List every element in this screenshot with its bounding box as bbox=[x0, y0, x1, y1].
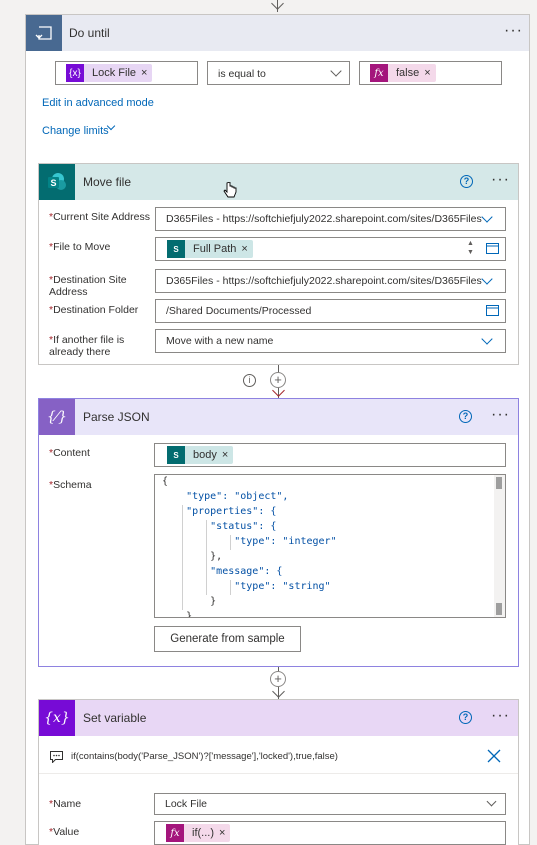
operator-label: is equal to bbox=[218, 68, 266, 80]
fx-icon: fx bbox=[370, 64, 388, 82]
field-value: D365Files - https://softchiefjuly2022.sh… bbox=[166, 213, 482, 225]
field-label: *File to Move bbox=[49, 241, 111, 253]
field-label: *Value bbox=[49, 826, 80, 838]
folder-picker-icon[interactable] bbox=[486, 305, 499, 316]
data-operation-icon: {⁄} bbox=[39, 399, 75, 435]
more-options-icon[interactable]: ··· bbox=[504, 22, 523, 40]
remove-token-icon[interactable]: × bbox=[219, 827, 230, 839]
field-value: Move with a new name bbox=[166, 335, 274, 347]
arrow-down-icon bbox=[272, 685, 285, 698]
field-label: *Content bbox=[49, 447, 90, 459]
field-value: D365Files - https://softchiefjuly2022.sh… bbox=[166, 275, 482, 287]
edit-advanced-mode-link[interactable]: Edit in advanced mode bbox=[42, 97, 154, 109]
sharepoint-icon: S bbox=[167, 240, 185, 258]
condition-operator-select[interactable]: is equal to bbox=[207, 61, 350, 85]
remove-token-icon[interactable]: × bbox=[424, 67, 435, 79]
token-label: Full Path bbox=[193, 243, 237, 255]
variable-token[interactable]: {x} Lock File × bbox=[66, 64, 153, 82]
sharepoint-icon: S bbox=[167, 446, 185, 464]
chevron-down-icon bbox=[481, 273, 493, 285]
move-file-header[interactable]: S Move file ? ··· bbox=[39, 164, 518, 200]
variable-icon: {x} bbox=[39, 700, 75, 736]
do-until-scope: Do until ··· {x} Lock File × is equal to… bbox=[25, 14, 530, 845]
remove-token-icon[interactable]: × bbox=[222, 449, 233, 461]
change-limits-link[interactable]: Change limits bbox=[42, 125, 109, 137]
field-label: *Destination Folder bbox=[49, 304, 139, 316]
schema-code: { "type": "object", "properties": { "sta… bbox=[162, 476, 337, 618]
remove-token-icon[interactable]: × bbox=[141, 67, 152, 79]
content-field[interactable]: S body × bbox=[154, 443, 506, 467]
field-label: *Current Site Address bbox=[49, 211, 150, 223]
dynamic-content-token[interactable]: S body × bbox=[167, 446, 234, 464]
set-variable-header[interactable]: {x} Set variable ? ··· bbox=[39, 700, 518, 736]
hand-cursor-icon bbox=[223, 182, 237, 198]
info-icon[interactable]: i bbox=[243, 374, 256, 387]
svg-text:S: S bbox=[50, 178, 56, 188]
variable-value-field[interactable]: fx if(...) × bbox=[154, 821, 506, 845]
file-to-move-field[interactable]: S Full Path × ▲ ▼ bbox=[155, 237, 506, 261]
remove-token-icon[interactable]: × bbox=[241, 243, 252, 255]
expression-bar: if(contains(body('Parse_JSON')?['message… bbox=[39, 740, 518, 774]
token-label: body bbox=[193, 449, 217, 461]
sharepoint-icon: S bbox=[39, 164, 75, 200]
comment-icon bbox=[50, 751, 63, 763]
set-variable-card: {x} Set variable ? ··· if(contains(body(… bbox=[38, 699, 519, 845]
more-options-icon[interactable]: ··· bbox=[491, 406, 510, 424]
field-label: *If another file is already there bbox=[49, 334, 125, 358]
field-value: /Shared Documents/Processed bbox=[166, 305, 312, 317]
more-options-icon[interactable]: ··· bbox=[491, 707, 510, 725]
token-label: false bbox=[396, 67, 420, 79]
destination-folder-field[interactable]: /Shared Documents/Processed bbox=[155, 299, 506, 323]
set-variable-title: Set variable bbox=[83, 711, 147, 725]
generate-from-sample-button[interactable]: Generate from sample bbox=[154, 626, 301, 652]
scrollbar[interactable] bbox=[494, 475, 505, 617]
expression-text: if(contains(body('Parse_JSON')?['message… bbox=[71, 751, 338, 762]
token-label: Lock File bbox=[92, 67, 137, 79]
field-label: *Destination Site Address bbox=[49, 274, 127, 298]
expression-token[interactable]: fx if(...) × bbox=[166, 824, 231, 842]
stepper-icon[interactable]: ▲ ▼ bbox=[467, 239, 474, 257]
condition-left-field[interactable]: {x} Lock File × bbox=[55, 61, 198, 85]
do-until-header[interactable]: Do until ··· bbox=[26, 15, 529, 51]
move-file-title: Move file bbox=[83, 175, 132, 189]
field-label: *Schema bbox=[49, 479, 92, 491]
dynamic-content-token[interactable]: S Full Path × bbox=[167, 240, 253, 258]
close-icon[interactable] bbox=[487, 749, 501, 763]
chevron-down-icon bbox=[481, 211, 493, 223]
variable-name-select[interactable]: Lock File bbox=[154, 793, 506, 815]
folder-picker-icon[interactable] bbox=[486, 243, 499, 254]
schema-editor[interactable]: { "type": "object", "properties": { "sta… bbox=[154, 474, 506, 618]
field-label: *Name bbox=[49, 798, 82, 810]
variable-icon: {x} bbox=[66, 64, 84, 82]
parse-json-header[interactable]: {⁄} Parse JSON ? ··· bbox=[39, 399, 518, 435]
help-icon[interactable]: ? bbox=[459, 410, 472, 423]
chevron-down-icon bbox=[486, 796, 497, 807]
destination-site-address-select[interactable]: D365Files - https://softchiefjuly2022.sh… bbox=[155, 269, 506, 293]
chevron-down-icon bbox=[330, 65, 342, 77]
parse-json-card: {⁄} Parse JSON ? ··· *Content S body × *… bbox=[38, 398, 519, 667]
condition-right-field[interactable]: fx false × bbox=[359, 61, 502, 85]
chevron-down-icon bbox=[481, 333, 493, 345]
field-value: Lock File bbox=[165, 798, 208, 810]
do-until-title: Do until bbox=[69, 26, 110, 40]
conflict-behavior-select[interactable]: Move with a new name bbox=[155, 329, 506, 353]
token-label: if(...) bbox=[192, 827, 214, 839]
help-icon[interactable]: ? bbox=[460, 175, 473, 188]
fx-icon: fx bbox=[166, 824, 184, 842]
parse-json-title: Parse JSON bbox=[83, 410, 150, 424]
help-icon[interactable]: ? bbox=[459, 711, 472, 724]
move-file-card: S Move file ? ··· *Current Site Address … bbox=[38, 163, 519, 365]
expression-token[interactable]: fx false × bbox=[370, 64, 436, 82]
loop-icon bbox=[26, 15, 62, 51]
current-site-address-select[interactable]: D365Files - https://softchiefjuly2022.sh… bbox=[155, 207, 506, 231]
more-options-icon[interactable]: ··· bbox=[491, 171, 510, 189]
arrow-down-icon bbox=[271, 0, 284, 10]
